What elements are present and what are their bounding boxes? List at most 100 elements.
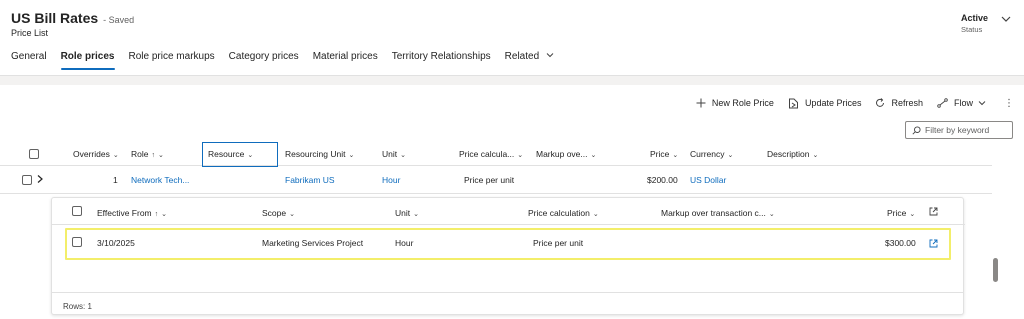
entity-type-label: Price List: [11, 28, 49, 38]
column-header-price-calculation[interactable]: Price calcula... ⌄: [459, 149, 523, 159]
refresh-button[interactable]: Refresh: [875, 98, 923, 108]
column-header-description[interactable]: Description ⌄: [767, 149, 818, 159]
chevron-down-icon: [978, 101, 986, 106]
select-all-checkbox[interactable]: [72, 206, 82, 216]
save-status: - Saved: [103, 15, 135, 25]
rows-count: Rows: 1: [63, 302, 92, 311]
select-all-checkbox[interactable]: [29, 149, 39, 159]
status-value: Active: [960, 13, 988, 23]
header-label: Overrides: [73, 149, 110, 159]
form-header: US Bill Rates - Saved Price List Active …: [0, 0, 1024, 76]
flow-button[interactable]: Flow: [937, 98, 992, 108]
chevron-down-icon: ⌄: [727, 152, 734, 159]
chevron-down-icon: ⌄: [348, 152, 355, 159]
chevron-down-icon: ⌄: [768, 211, 775, 218]
column-header-markup[interactable]: Markup over transaction c... ⌄: [661, 208, 775, 218]
button-label: Flow: [953, 98, 973, 108]
plus-icon: [696, 98, 706, 108]
header-label: Unit: [395, 208, 411, 218]
chevron-down-icon: ⌄: [517, 152, 524, 159]
column-header-role[interactable]: Role ↑ ⌄: [131, 149, 164, 159]
cell-unit-link[interactable]: Hour: [382, 175, 400, 185]
command-bar: New Role Price Update Prices Refresh Flo…: [682, 95, 1014, 111]
new-role-price-button[interactable]: New Role Price: [696, 98, 774, 108]
column-header-price[interactable]: Price ⌄: [650, 149, 678, 159]
tab-category-prices[interactable]: Category prices: [229, 50, 299, 70]
sort-ascending-icon: ↑: [154, 211, 159, 218]
chevron-down-icon: [546, 53, 554, 58]
column-header-currency[interactable]: Currency ⌄: [690, 149, 733, 159]
tab-label: Material prices: [312, 51, 378, 62]
more-commands-icon[interactable]: ⋮: [1004, 98, 1014, 109]
tab-role-price-markups[interactable]: Role price markups: [129, 50, 215, 70]
tab-role-prices[interactable]: Role prices: [60, 50, 115, 70]
tab-label: Territory Relationships: [391, 51, 491, 62]
update-prices-button[interactable]: Update Prices: [788, 98, 862, 109]
column-header-price[interactable]: Price ⌄: [887, 208, 915, 218]
flow-icon: [937, 98, 948, 108]
tab-material-prices[interactable]: Material prices: [313, 50, 378, 70]
update-icon: [788, 98, 798, 108]
column-header-resourcing-unit[interactable]: Resourcing Unit ⌄: [285, 149, 354, 159]
column-header-scope[interactable]: Scope ⌄: [262, 208, 295, 218]
chevron-down-icon: ⌄: [672, 152, 679, 159]
header-label: Price: [887, 208, 907, 218]
nested-subgrid: Effective From ↑ ⌄ Scope ⌄ Unit ⌄ Price calc…: [51, 197, 965, 315]
cell-overrides: 1: [113, 175, 118, 185]
chevron-down-icon: ⌄: [400, 152, 406, 159]
chevron-down-icon[interactable]: [999, 12, 1013, 26]
title-row: US Bill Rates - Saved: [11, 10, 134, 26]
chevron-down-icon: ⌄: [247, 152, 254, 159]
search-input[interactable]: Filter by keyword: [925, 125, 989, 135]
vertical-scrollbar[interactable]: [993, 258, 998, 282]
search-icon: [912, 125, 921, 135]
header-label: Resource: [208, 149, 245, 159]
table-row[interactable]: 3/10/2025 Marketing Services Project Hou…: [65, 228, 951, 260]
tab-label: General: [11, 51, 47, 62]
subgrid-header: Effective From ↑ ⌄ Scope ⌄ Unit ⌄ Price calc…: [52, 198, 965, 225]
cell-resourcing-unit-link[interactable]: Fabrikam US: [285, 175, 335, 185]
row-checkbox[interactable]: [72, 237, 82, 247]
chevron-down-icon: ⌄: [812, 152, 819, 159]
column-header-price-calculation[interactable]: Price calculation ⌄: [528, 208, 599, 218]
chevron-down-icon: ⌄: [289, 211, 295, 218]
refresh-icon: [876, 98, 885, 107]
tab-label: Category prices: [228, 51, 299, 62]
open-record-icon[interactable]: [929, 239, 938, 248]
chevron-down-icon: ⌄: [413, 211, 419, 218]
cell-role-link[interactable]: Network Tech...: [131, 175, 189, 185]
open-in-new-window-icon[interactable]: [929, 207, 938, 216]
grid-header: Overrides ⌄ Role ↑ ⌄ Resource ⌄ Resourcing U…: [0, 142, 992, 167]
cell-price-calculation: Price per unit: [533, 238, 584, 248]
column-header-effective-from[interactable]: Effective From ↑ ⌄: [97, 208, 167, 218]
divider: [52, 292, 963, 293]
cell-price: $300.00: [885, 238, 916, 248]
column-header-resource[interactable]: Resource ⌄: [202, 142, 278, 167]
button-label: New Role Price: [711, 98, 774, 108]
tab-related[interactable]: Related: [505, 50, 554, 70]
chevron-down-icon: ⌄: [592, 211, 599, 218]
row-checkbox[interactable]: [22, 175, 32, 185]
table-row[interactable]: 1 Network Tech... Fabrikam US Hour Price…: [0, 167, 992, 194]
column-header-markup[interactable]: Markup ove... ⌄: [536, 149, 596, 159]
chevron-down-icon: ⌄: [909, 211, 916, 218]
chevron-down-icon: ⌄: [161, 211, 168, 218]
cell-scope-link[interactable]: Marketing Services Project: [262, 238, 363, 248]
header-label: Markup ove...: [536, 149, 588, 159]
status-field[interactable]: Active Status: [961, 13, 988, 34]
column-header-overrides[interactable]: Overrides ⌄: [73, 149, 119, 159]
cell-unit-link[interactable]: Hour: [395, 238, 413, 248]
tab-general[interactable]: General: [11, 50, 47, 70]
tab-territory-relationships[interactable]: Territory Relationships: [392, 50, 491, 70]
column-header-unit[interactable]: Unit ⌄: [395, 208, 419, 218]
header-label: Currency: [690, 149, 725, 159]
filter-search-box[interactable]: Filter by keyword: [905, 121, 1013, 139]
column-header-unit[interactable]: Unit ⌄: [382, 149, 406, 159]
button-label: Update Prices: [804, 98, 862, 108]
chevron-down-icon: ⌄: [112, 152, 119, 159]
tab-label: Related: [504, 51, 540, 62]
status-label: Status: [960, 25, 983, 34]
chevron-right-icon[interactable]: [36, 174, 44, 184]
cell-currency-link[interactable]: US Dollar: [690, 175, 726, 185]
header-label: Price: [650, 149, 670, 159]
